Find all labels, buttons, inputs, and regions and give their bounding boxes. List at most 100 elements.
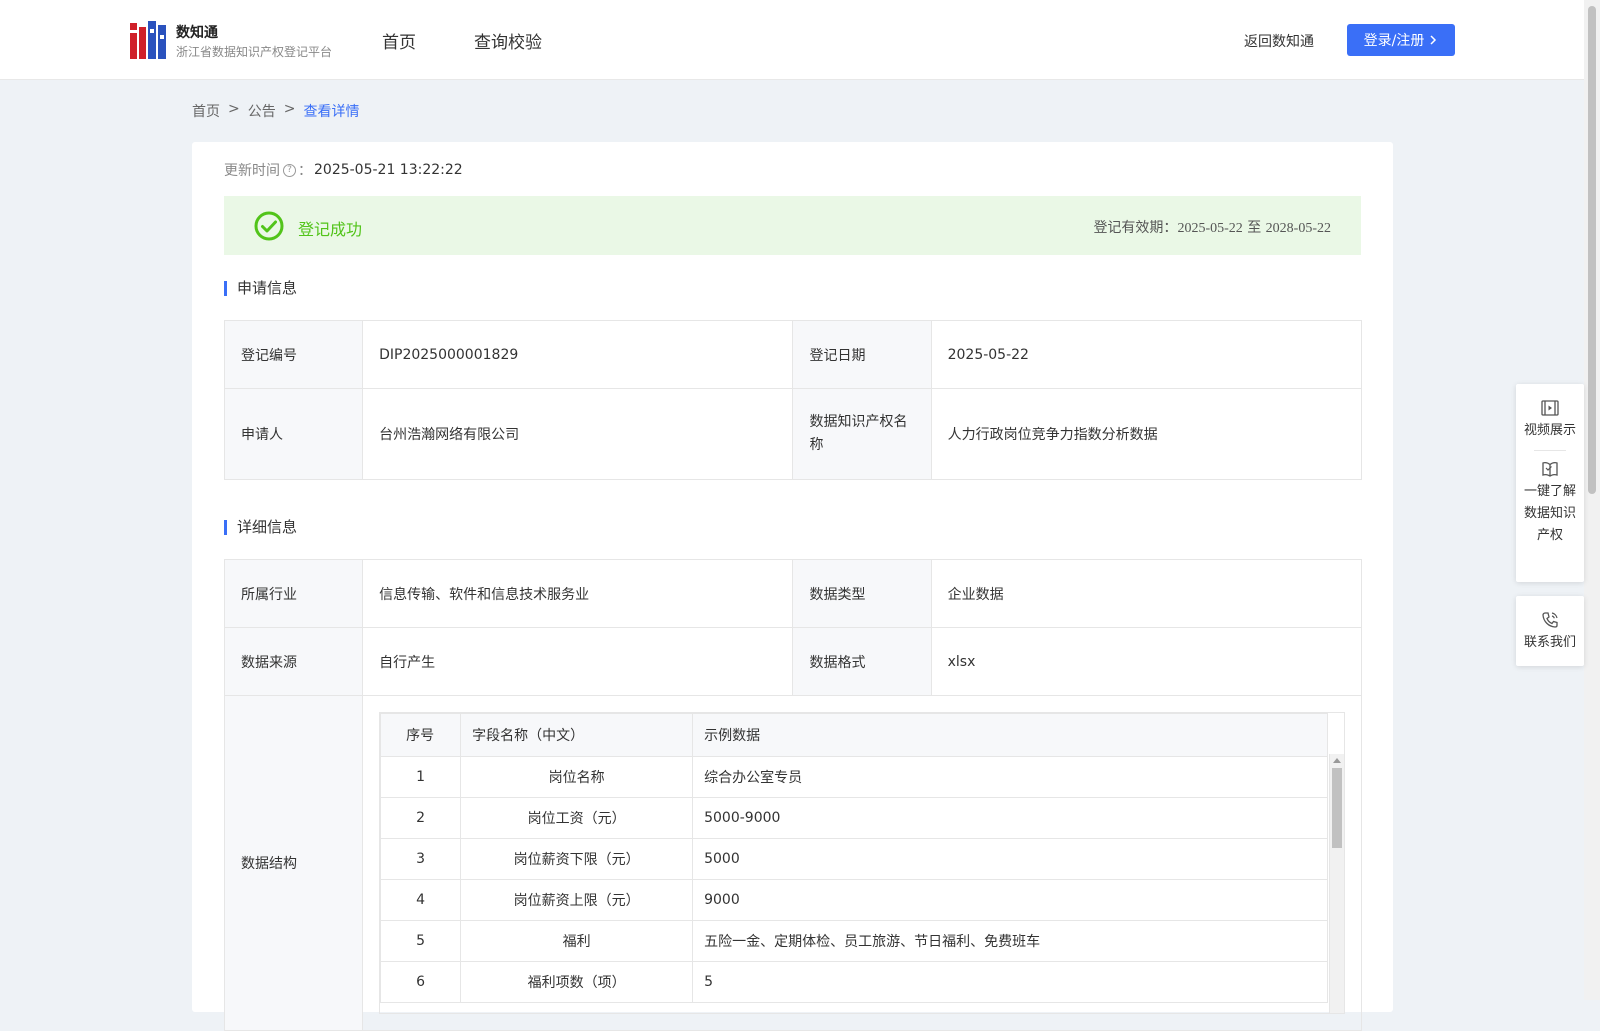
brand-logo-icon[interactable]: [130, 21, 166, 59]
column-header: 字段名称（中文）: [460, 713, 694, 757]
learn-data-ip-button[interactable]: 一键了解数据知识产权: [1516, 459, 1584, 547]
page-scrollbar[interactable]: [1584, 0, 1600, 1000]
update-time-colon: ：: [298, 163, 312, 179]
validity-separator: 至: [1247, 220, 1262, 236]
info-label: 所属行业: [223, 559, 364, 628]
table-header-row: 序号 字段名称（中文） 示例数据: [380, 713, 1329, 757]
divider: [1534, 450, 1566, 451]
cell-field-name: 岗位工资（元）: [460, 797, 694, 839]
cell-index: 3: [380, 838, 462, 880]
update-time-value: 2025-05-21 13:22:22: [314, 162, 463, 178]
info-value: xlsx: [930, 627, 1363, 696]
data-structure-table: 序号 字段名称（中文） 示例数据 1 岗位名称 综合办公室专员 2 岗位工资（元…: [380, 713, 1329, 1003]
nav-query-verify[interactable]: 查询校验: [474, 28, 542, 53]
video-showcase-button[interactable]: 视频展示: [1516, 384, 1584, 442]
phone-icon: [1542, 612, 1558, 628]
info-value: DIP2025000001829: [362, 320, 794, 389]
table-row: 6 福利项数（项） 5: [380, 961, 1329, 1003]
breadcrumb-current: 查看详情: [303, 104, 360, 120]
nav-home[interactable]: 首页: [382, 28, 416, 53]
cell-index: 1: [380, 756, 462, 798]
video-showcase-label: 视频展示: [1523, 423, 1576, 438]
login-register-label: 登录/注册: [1363, 33, 1425, 49]
breadcrumb: 首页 > 公告 > 查看详情: [192, 101, 359, 121]
info-value: 自行产生: [362, 627, 794, 696]
column-header: 示例数据: [692, 713, 1329, 757]
validity-start: 2025-05-22: [1177, 221, 1243, 236]
cell-field-name: 岗位薪资下限（元）: [460, 838, 694, 880]
brand-subtitle: 浙江省数据知识产权登记平台: [176, 45, 333, 59]
info-label: 数据结构: [223, 695, 364, 1031]
table-row: 5 福利 五险一金、定期体检、员工旅游、节日福利、免费班车: [380, 920, 1329, 962]
learn-data-ip-label: 一键了解数据知识产权: [1523, 484, 1576, 543]
cell-sample: 5: [692, 961, 1329, 1003]
cell-sample: 9000: [692, 879, 1329, 921]
table-row: 4 岗位薪资上限（元） 9000: [380, 879, 1329, 921]
cell-field-name: 岗位名称: [460, 756, 694, 798]
table-row: 数据结构 序号 字段名称（中文） 示例数据 1 岗位名称 综合办公室专员 2 岗…: [223, 695, 1362, 1031]
cell-field-name: 福利项数（项）: [460, 961, 694, 1003]
login-register-button[interactable]: 登录/注册: [1347, 24, 1455, 56]
info-label: 数据来源: [223, 627, 364, 696]
cell-sample: 综合办公室专员: [692, 756, 1329, 798]
data-structure-scrollbar[interactable]: [1329, 754, 1345, 1013]
cell-field-name: 岗位薪资上限（元）: [460, 879, 694, 921]
registration-status-banner: 登记成功 登记有效期：2025-05-22 至 2028-05-22: [224, 196, 1361, 255]
breadcrumb-announcement[interactable]: 公告: [248, 101, 276, 121]
page-scrollbar-thumb[interactable]: [1588, 6, 1596, 494]
help-icon[interactable]: ?: [283, 163, 296, 177]
data-structure-scrollbar-thumb[interactable]: [1332, 768, 1343, 848]
info-value: 2025-05-22: [930, 320, 1363, 389]
cell-index: 5: [380, 920, 462, 962]
detail-info-table: 所属行业 信息传输、软件和信息技术服务业 数据类型 企业数据 数据来源 自行产生…: [223, 559, 1363, 1031]
info-label: 数据知识产权名称: [792, 388, 932, 480]
cell-index: 2: [380, 797, 462, 839]
table-row: 3 岗位薪资下限（元） 5000: [380, 838, 1329, 880]
breadcrumb-separator: >: [283, 101, 296, 117]
data-structure-cell: 序号 字段名称（中文） 示例数据 1 岗位名称 综合办公室专员 2 岗位工资（元…: [362, 695, 1362, 1031]
back-to-platform-link[interactable]: 返回数知通: [1244, 31, 1314, 51]
info-value: 人力行政岗位竞争力指数分析数据: [930, 388, 1363, 480]
validity-end: 2028-05-22: [1265, 221, 1331, 236]
update-time-row: 更新时间 ? ： 2025-05-21 13:22:22: [224, 160, 463, 180]
info-value: 台州浩瀚网络有限公司: [362, 388, 794, 480]
info-label: 登记日期: [792, 320, 932, 389]
application-info-table: 登记编号 DIP2025000001829 登记日期 2025-05-22 申请…: [223, 320, 1363, 480]
section-title-detail: 详细信息: [224, 520, 297, 535]
update-time-label: 更新时间: [224, 163, 280, 179]
table-row: 所属行业 信息传输、软件和信息技术服务业 数据类型 企业数据: [223, 559, 1363, 628]
detail-card: 更新时间 ? ： 2025-05-21 13:22:22 登记成功 登记有效期：…: [192, 142, 1393, 1031]
cell-sample: 五险一金、定期体检、员工旅游、节日福利、免费班车: [692, 920, 1329, 962]
cell-index: 6: [380, 961, 462, 1003]
info-label: 登记编号: [223, 320, 364, 389]
table-row: 1 岗位名称 综合办公室专员: [380, 756, 1329, 798]
info-label: 申请人: [223, 388, 364, 480]
chevron-right-icon: [1430, 35, 1437, 45]
contact-panel: 联系我们: [1516, 596, 1584, 666]
top-header: 数知通 浙江省数据知识产权登记平台 首页 查询校验 返回数知通 登录/注册: [0, 0, 1584, 80]
info-value: 企业数据: [930, 559, 1363, 628]
check-circle-icon: [254, 211, 284, 241]
info-label: 数据格式: [792, 627, 932, 696]
column-header: 序号: [380, 713, 462, 757]
info-label: 数据类型: [792, 559, 932, 628]
brand-name: 数知通: [176, 25, 218, 41]
contact-us-button[interactable]: 联系我们: [1516, 596, 1584, 654]
cell-sample: 5000-9000: [692, 797, 1329, 839]
data-structure-scroll-area[interactable]: 序号 字段名称（中文） 示例数据 1 岗位名称 综合办公室专员 2 岗位工资（元…: [379, 712, 1346, 1014]
breadcrumb-separator: >: [228, 101, 240, 117]
status-text: 登记成功: [298, 220, 363, 239]
book-icon: [1542, 461, 1558, 477]
floating-help-panel: 视频展示 一键了解数据知识产权: [1516, 384, 1584, 582]
table-row: 数据来源 自行产生 数据格式 xlsx: [223, 627, 1363, 696]
cell-index: 4: [380, 879, 462, 921]
table-row: 登记编号 DIP2025000001829 登记日期 2025-05-22: [223, 320, 1363, 389]
cell-sample: 5000: [692, 838, 1329, 880]
video-icon: [1541, 400, 1559, 416]
contact-us-label: 联系我们: [1523, 635, 1576, 650]
validity-period: 登记有效期：2025-05-22 至 2028-05-22: [1093, 217, 1331, 237]
scroll-up-arrow-icon[interactable]: [1333, 758, 1342, 763]
cell-field-name: 福利: [460, 920, 694, 962]
breadcrumb-home[interactable]: 首页: [192, 101, 220, 121]
section-title-application: 申请信息: [224, 281, 297, 296]
